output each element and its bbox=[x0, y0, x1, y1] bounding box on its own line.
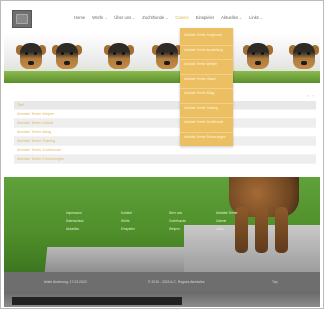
footer-link[interactable]: Galerie bbox=[216, 219, 266, 223]
chevron-down-icon: ⌄ bbox=[132, 15, 136, 20]
nav-item-label: Galerie bbox=[175, 15, 189, 20]
footer-bar: letzte Änderung: 17.03.2023 © 2015 - 202… bbox=[4, 272, 320, 292]
banner-dog bbox=[287, 37, 320, 77]
dropdown-menu-item[interactable]: Airedale Terrier Zuchthunde bbox=[180, 118, 233, 133]
nav-item-label: Über uns bbox=[114, 15, 132, 20]
dropdown-menu-item[interactable]: Airedale Terrier Alltag bbox=[180, 89, 233, 104]
nav-item-home[interactable]: Home bbox=[74, 15, 85, 20]
nav-item-über-uns[interactable]: Über uns ⌄ bbox=[114, 15, 135, 20]
bottom-bar bbox=[12, 297, 182, 305]
nav-item-galerie[interactable]: Galerie bbox=[175, 15, 189, 20]
chevron-down-icon: ⌄ bbox=[165, 15, 169, 20]
site-logo[interactable] bbox=[12, 10, 32, 28]
banner-dog bbox=[150, 37, 184, 77]
list-item[interactable]: Airedale Terrier Welpen bbox=[14, 110, 316, 119]
footer-link[interactable]: Aktuelles bbox=[66, 227, 121, 231]
list-item[interactable]: Airedale Terrier Alltag bbox=[14, 128, 316, 137]
page-frame: Home Würfe ⌄ Über uns ⌄ Zuchthunde ⌄ Galerie Ein… bbox=[0, 0, 324, 309]
list-item[interactable]: Airedale Terrier Zuchthunde bbox=[14, 146, 316, 155]
last-modified-text: letzte Änderung: 17.03.2023 bbox=[44, 280, 87, 284]
top-link[interactable]: Top bbox=[272, 280, 277, 284]
nav-item-label: Home bbox=[74, 15, 86, 20]
main-navigation: Home Würfe ⌄ Über uns ⌄ Zuchthunde ⌄ Galerie Ein… bbox=[74, 15, 263, 20]
logo-image bbox=[16, 14, 28, 24]
list-item[interactable]: Airedale Terrier Urlaub bbox=[14, 119, 316, 128]
dropdown-menu-item[interactable]: Airedale Terrier Urlaub bbox=[180, 75, 233, 89]
nav-item-label: Aktuelles bbox=[221, 15, 239, 20]
nav-item-label: Links bbox=[249, 15, 259, 20]
stone-slab bbox=[44, 247, 188, 272]
nav-item-links[interactable]: Links ⌄ bbox=[249, 15, 263, 20]
footer-link[interactable]: Datenschutz bbox=[66, 219, 121, 223]
list-header: Titel bbox=[14, 101, 316, 110]
dropdown-menu-item[interactable]: Airedale Terrier Erinnerungen bbox=[180, 133, 233, 147]
dropdown-menu-item[interactable]: Airedale Terrier Junghunde bbox=[180, 31, 233, 46]
footer-link[interactable]: Über uns bbox=[169, 211, 216, 215]
chevron-down-icon: ⌄ bbox=[259, 15, 263, 20]
chevron-down-icon: ⌄ bbox=[104, 15, 108, 20]
banner-dog bbox=[241, 37, 275, 77]
footer-link[interactable]: Links bbox=[216, 227, 266, 231]
nav-item-label: Einspieler bbox=[195, 15, 215, 20]
gallery-list: Titel Airedale Terrier Welpen Airedale Ter… bbox=[14, 91, 316, 164]
nav-item-label: Würfe bbox=[92, 15, 104, 20]
banner-dog bbox=[14, 37, 48, 77]
list-item[interactable]: Airedale Terrier Training bbox=[14, 137, 316, 146]
banner-dog bbox=[50, 37, 84, 77]
nav-item-aktuelles[interactable]: Aktuelles ⌄ bbox=[221, 15, 242, 20]
bottom-strip bbox=[4, 292, 320, 307]
footer-link[interactable]: Würfe bbox=[121, 219, 169, 223]
footer-links: Impressum Kontakt Über uns Airedale Terrier… bbox=[66, 211, 266, 231]
content-panel: ‹ › Titel Airedale Terrier Welpen Airedale… bbox=[4, 83, 320, 177]
footer-link[interactable]: Einspieler bbox=[121, 227, 169, 231]
dropdown-menu-item[interactable]: Airedale Terrier Training bbox=[180, 104, 233, 118]
footer-link[interactable]: Welpen bbox=[169, 227, 216, 231]
chevron-down-icon: ⌄ bbox=[239, 15, 243, 20]
nav-item-zuchthunde[interactable]: Zuchthunde ⌄ bbox=[142, 15, 168, 20]
footer-link[interactable]: Kontakt bbox=[121, 211, 169, 215]
header-banner bbox=[4, 33, 320, 83]
footer-photo: Impressum Kontakt Über uns Airedale Terrier… bbox=[4, 177, 320, 272]
footer-link[interactable]: Airedale Terrier bbox=[216, 211, 266, 215]
nav-item-label: Zuchthunde bbox=[142, 15, 165, 20]
footer-link[interactable]: Zuchthunde bbox=[169, 219, 216, 223]
copyright-text: © 2015 - 2023 A.C. Rogues Airedales bbox=[148, 280, 205, 284]
dropdown-menu-item[interactable]: Airedale Terrier Ausstellung bbox=[180, 46, 233, 60]
nav-item-würfe[interactable]: Würfe ⌄ bbox=[92, 15, 107, 20]
footer-link[interactable]: Impressum bbox=[66, 211, 121, 215]
nav-item-einspieler[interactable]: Einspieler bbox=[196, 15, 214, 20]
galerie-dropdown-menu: Airedale Terrier Junghunde Airedale Terri… bbox=[180, 28, 233, 147]
site-header: Home Würfe ⌄ Über uns ⌄ Zuchthunde ⌄ Galerie Ein… bbox=[4, 4, 320, 33]
dropdown-menu-item[interactable]: Airedale Terrier Welpen bbox=[180, 60, 233, 75]
banner-dog bbox=[102, 37, 136, 77]
list-item[interactable]: Airedale Terrier Erinnerungen bbox=[14, 155, 316, 164]
